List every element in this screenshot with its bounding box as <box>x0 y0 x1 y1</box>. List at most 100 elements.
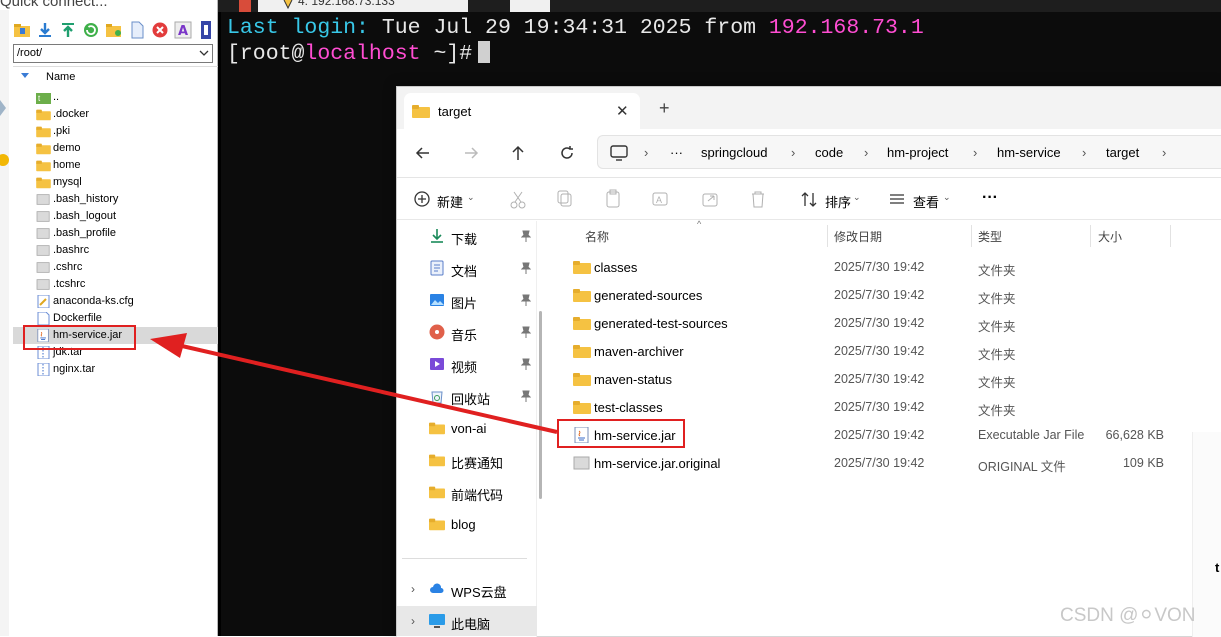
file-icon <box>573 455 591 471</box>
new-tab-icon[interactable]: + <box>659 98 670 119</box>
nav-item-wps-cloud[interactable]: › WPS云盘 <box>397 574 537 604</box>
column-header-type[interactable]: 类型 <box>978 228 1002 245</box>
sftp-file-row[interactable]: .cshrc <box>13 259 218 276</box>
column-divider[interactable] <box>971 225 972 247</box>
up-icon[interactable] <box>508 143 528 163</box>
sftp-file-row[interactable]: anaconda-ks.cfg <box>13 293 218 310</box>
delete-icon[interactable] <box>151 21 169 39</box>
new-button[interactable]: 新建 <box>437 192 463 211</box>
file-row[interactable]: maven-status 2025/7/30 19:42 文件夹 <box>547 365 1187 393</box>
sftp-file-row[interactable]: .pki <box>13 123 218 140</box>
new-file-icon[interactable] <box>128 21 146 39</box>
rename-icon[interactable]: A <box>174 21 192 39</box>
breadcrumb-target[interactable]: target <box>1106 145 1139 160</box>
file-row[interactable]: generated-test-sources 2025/7/30 19:42 文… <box>547 309 1187 337</box>
properties-icon[interactable] <box>197 21 215 39</box>
forward-icon[interactable] <box>461 143 481 163</box>
breadcrumb-springcloud[interactable]: springcloud <box>701 145 768 160</box>
nav-item[interactable]: 比赛通知 <box>397 445 537 475</box>
folder-sync-icon[interactable] <box>105 21 123 39</box>
paste-icon[interactable] <box>604 188 622 210</box>
login-line: Last login: Tue Jul 29 19:34:31 2025 fro… <box>227 16 924 40</box>
nav-item[interactable]: blog <box>397 509 537 539</box>
file-date: 2025/7/30 19:42 <box>834 400 925 414</box>
chevron-right-icon[interactable]: › <box>411 582 415 596</box>
chevron-down-icon[interactable]: ⌄ <box>467 192 475 203</box>
path-dropdown[interactable]: /root/ <box>13 44 213 63</box>
file-row[interactable]: generated-sources 2025/7/30 19:42 文件夹 <box>547 281 1187 309</box>
chevron-down-icon[interactable]: ⌄ <box>853 192 861 203</box>
refresh-icon[interactable] <box>557 143 577 163</box>
back-icon[interactable] <box>413 143 433 163</box>
chevron-right-icon[interactable]: › <box>411 614 415 628</box>
nav-item[interactable]: 图片 <box>397 285 537 315</box>
chevron-down-icon[interactable]: ⌄ <box>943 192 951 203</box>
file-row[interactable]: maven-archiver 2025/7/30 19:42 文件夹 <box>547 337 1187 365</box>
sftp-file-row[interactable]: home <box>13 157 218 174</box>
close-tab-icon[interactable]: ✕ <box>616 102 629 120</box>
nav-scrollbar[interactable] <box>539 311 542 499</box>
breadcrumb-hm-service[interactable]: hm-service <box>997 145 1061 160</box>
column-divider[interactable] <box>827 225 828 247</box>
nav-item[interactable]: 前端代码 <box>397 477 537 507</box>
view-icon[interactable] <box>888 188 906 210</box>
svg-text:A: A <box>656 195 662 205</box>
nav-item[interactable]: 下载 <box>397 221 537 251</box>
copy-icon[interactable] <box>556 188 574 210</box>
nav-item-this-pc[interactable]: › 此电脑 <box>397 606 537 636</box>
sftp-file-row[interactable]: .tcshrc <box>13 276 218 293</box>
pin-icon[interactable] <box>521 262 531 274</box>
file-row[interactable]: hm-service.jar.original 2025/7/30 19:42 … <box>547 449 1187 477</box>
view-button[interactable]: 查看 <box>913 192 939 211</box>
breadcrumb-overflow[interactable]: ··· <box>670 145 683 160</box>
nav-item[interactable]: 音乐 <box>397 317 537 347</box>
sftp-file-row[interactable]: .bash_profile <box>13 225 218 242</box>
sftp-file-row[interactable]: nginx.tar <box>13 361 218 378</box>
nav-item[interactable]: 回收站 <box>397 381 537 411</box>
explorer-tab[interactable]: target ✕ <box>404 93 640 129</box>
sftp-file-row[interactable]: .bash_logout <box>13 208 218 225</box>
sftp-file-row[interactable]: t.. <box>13 89 218 106</box>
sort-icon[interactable] <box>800 188 818 210</box>
breadcrumb-code[interactable]: code <box>815 145 843 160</box>
breadcrumb-hm-project[interactable]: hm-project <box>887 145 948 160</box>
new-tab-button[interactable] <box>510 0 550 12</box>
folder-icon <box>412 105 430 118</box>
pin-icon[interactable] <box>521 294 531 306</box>
download-icon[interactable] <box>36 21 54 39</box>
chevron-down-icon[interactable] <box>198 47 210 60</box>
sftp-file-row[interactable]: .bash_history <box>13 191 218 208</box>
column-header-name[interactable]: Name <box>13 67 218 87</box>
pin-icon[interactable] <box>521 230 531 242</box>
pin-icon[interactable] <box>521 358 531 370</box>
sftp-file-row[interactable]: .docker <box>13 106 218 123</box>
sftp-file-row[interactable]: .bashrc <box>13 242 218 259</box>
upload-icon[interactable] <box>59 21 77 39</box>
sftp-file-row[interactable]: demo <box>13 140 218 157</box>
column-divider[interactable] <box>1090 225 1091 247</box>
add-circle-icon[interactable] <box>413 188 431 210</box>
refresh-icon[interactable] <box>82 21 100 39</box>
delete-icon[interactable] <box>749 188 767 210</box>
terminal-tab[interactable]: 4. 192.168.73.133 <box>258 0 468 12</box>
rename-icon[interactable]: A <box>651 188 669 210</box>
nav-item[interactable]: 视频 <box>397 349 537 379</box>
pin-icon[interactable] <box>521 326 531 338</box>
cut-icon[interactable] <box>509 188 527 210</box>
sort-button[interactable]: 排序 <box>825 192 851 211</box>
nav-item[interactable]: von-ai <box>397 413 537 443</box>
column-header-name[interactable]: 名称 <box>585 228 609 245</box>
sftp-file-row[interactable]: mysql <box>13 174 218 191</box>
quick-connect-input[interactable]: Quick connect... <box>0 0 218 13</box>
file-row[interactable]: test-classes 2025/7/30 19:42 文件夹 <box>547 393 1187 421</box>
column-header-size[interactable]: 大小 <box>1098 228 1122 245</box>
address-bar[interactable]: › ··· springcloud › code › hm-project › … <box>597 135 1221 169</box>
nav-item[interactable]: 文档 <box>397 253 537 283</box>
column-header-date[interactable]: 修改日期 <box>834 228 882 245</box>
column-divider[interactable] <box>1170 225 1171 247</box>
file-row[interactable]: classes 2025/7/30 19:42 文件夹 <box>547 253 1187 281</box>
new-folder-icon[interactable] <box>13 21 31 39</box>
more-options-button[interactable]: ··· <box>982 189 998 207</box>
share-icon[interactable] <box>701 188 719 210</box>
pin-icon[interactable] <box>521 390 531 402</box>
